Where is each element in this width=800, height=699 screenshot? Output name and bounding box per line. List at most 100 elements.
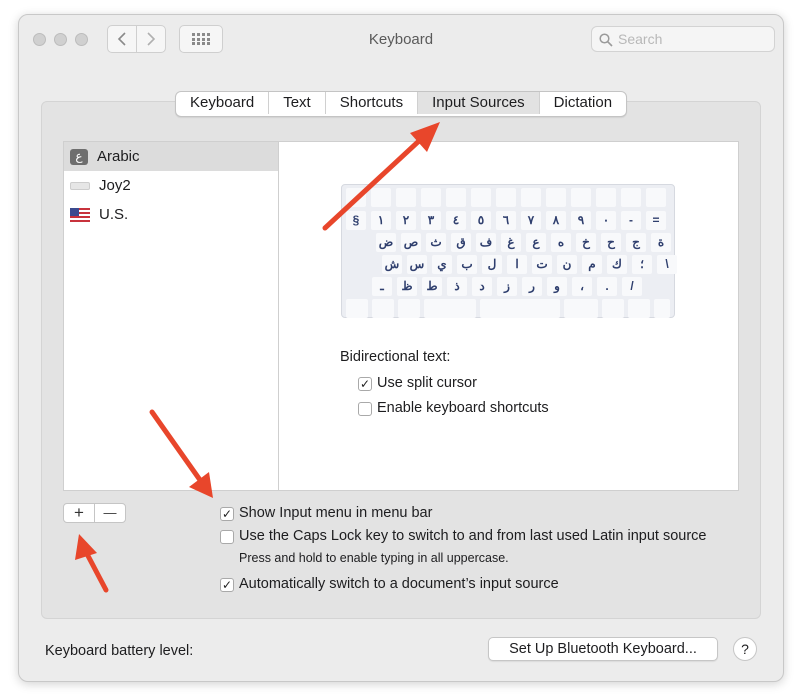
keyboard-key: ،	[572, 277, 592, 296]
preferences-window: Keyboard Search Keyboard Text Shortcuts …	[18, 14, 784, 682]
keyboard-key: ؛	[632, 255, 652, 274]
keyboard-key	[396, 188, 416, 207]
keyboard-key	[398, 299, 420, 318]
search-placeholder: Search	[618, 31, 663, 47]
caps-lock-label[interactable]: Use the Caps Lock key to switch to and f…	[239, 528, 706, 544]
keyboard-key: ث	[426, 233, 446, 252]
keyboard-key: ٨	[546, 211, 566, 230]
keyboard-key: ر	[522, 277, 542, 296]
keyboard-key	[654, 299, 670, 318]
keyboard-key: =	[646, 211, 666, 230]
keyboard-key: ط	[422, 277, 442, 296]
keyboard-key: ١	[371, 211, 391, 230]
keyboard-key: ل	[482, 255, 502, 274]
show-input-menu-checkbox[interactable]: ✓	[220, 507, 234, 521]
title-bar: Keyboard Search	[19, 15, 783, 65]
keyboard-key: ٢	[396, 211, 416, 230]
search-icon	[599, 33, 613, 47]
battery-level-label: Keyboard battery level:	[45, 643, 194, 659]
keyboard-key: ح	[601, 233, 621, 252]
keyboard-key: ض	[376, 233, 396, 252]
caps-lock-hint: Press and hold to enable typing in all u…	[239, 551, 509, 565]
keyboard-key: ٥	[471, 211, 491, 230]
arabic-letter-icon: ع	[70, 148, 88, 165]
keyboard-key: ٦	[496, 211, 516, 230]
us-flag-icon	[70, 207, 90, 222]
caps-lock-checkbox[interactable]	[220, 530, 234, 544]
keyboard-key	[602, 299, 624, 318]
keyboard-key: ذ	[447, 277, 467, 296]
keyboard-key: ق	[451, 233, 471, 252]
keyboard-key: ٤	[446, 211, 466, 230]
keyboard-key: ظ	[397, 277, 417, 296]
list-item-us[interactable]: U.S.	[64, 200, 278, 229]
list-item-label: Joy2	[99, 177, 131, 194]
keyboard-key: ز	[497, 277, 517, 296]
show-input-menu-label[interactable]: Show Input menu in menu bar	[239, 505, 432, 521]
list-item-arabic[interactable]: ع Arabic	[64, 142, 278, 171]
keyboard-key: س	[407, 255, 427, 274]
keyboard-key: ف	[476, 233, 496, 252]
keyboard-key: خ	[576, 233, 596, 252]
keyboard-key: .	[597, 277, 617, 296]
split-cursor-checkbox[interactable]: ✓	[358, 377, 372, 391]
tab-shortcuts[interactable]: Shortcuts	[326, 92, 419, 114]
auto-switch-label[interactable]: Automatically switch to a document’s inp…	[239, 576, 559, 592]
keyboard-key	[571, 188, 591, 207]
keyboard-key: §	[346, 211, 366, 230]
tab-text[interactable]: Text	[269, 92, 326, 114]
keyboard-key	[480, 299, 560, 318]
keyboard-shortcuts-label[interactable]: Enable keyboard shortcuts	[377, 400, 549, 416]
keyboard-key	[424, 299, 476, 318]
keyboard-key: \	[657, 255, 677, 274]
tab-dictation[interactable]: Dictation	[540, 92, 626, 114]
remove-source-button[interactable]: —	[94, 503, 126, 523]
add-source-button[interactable]: +	[63, 503, 95, 523]
keyboard-key: ٧	[521, 211, 541, 230]
help-button[interactable]: ?	[733, 637, 757, 661]
auto-switch-checkbox[interactable]: ✓	[220, 578, 234, 592]
keyboard-key	[521, 188, 541, 207]
tab-input-sources[interactable]: Input Sources	[418, 92, 540, 114]
keyboard-key	[646, 188, 666, 207]
keyboard-key	[372, 299, 394, 318]
setup-bluetooth-keyboard-button[interactable]: Set Up Bluetooth Keyboard...	[488, 637, 718, 661]
list-item-joy2[interactable]: Joy2	[64, 171, 278, 200]
keyboard-key	[564, 299, 598, 318]
tab-bar: Keyboard Text Shortcuts Input Sources Di…	[175, 91, 628, 117]
bidi-title: Bidirectional text:	[340, 349, 451, 365]
keyboard-key	[421, 188, 441, 207]
keyboard-key: /	[622, 277, 642, 296]
keyboard-key	[596, 188, 616, 207]
keyboard-viewer: § ١ ٢ ٣ ٤ ٥ ٦ ٧ ٨ ٩ ٠- = ض ص ث ق ف غ ع ه خ ح ج ة ش س ي ب ل ا ت ن م ك ؛ \ ـ ظ ط…	[341, 184, 677, 318]
list-item-label: Arabic	[97, 148, 140, 165]
keyboard-key: و	[547, 277, 567, 296]
input-source-detail: § ١ ٢ ٣ ٤ ٥ ٦ ٧ ٨ ٩ ٠- = ض ص ث ق ف غ ع ه خ ح ج ة ش س ي ب ل ا ت ن م ك ؛ \ ـ ظ ط…	[279, 141, 739, 491]
keyboard-key: د	[472, 277, 492, 296]
keyboard-key: ي	[432, 255, 452, 274]
keyboard-key	[471, 188, 491, 207]
keyboard-key: م	[582, 255, 602, 274]
keyboard-key: ش	[382, 255, 402, 274]
keyboard-key: ٠	[596, 211, 616, 230]
keyboard-key: ب	[457, 255, 477, 274]
search-field[interactable]: Search	[591, 26, 775, 52]
keyboard-key: ت	[532, 255, 552, 274]
input-source-list[interactable]: ع Arabic Joy2 U.S.	[63, 141, 279, 491]
keyboard-key	[496, 188, 516, 207]
keyboard-key: ج	[626, 233, 646, 252]
keyboard-key	[546, 188, 566, 207]
keyboard-key	[628, 299, 650, 318]
keyboard-key	[621, 188, 641, 207]
keyboard-key: ا	[507, 255, 527, 274]
keyboard-key: -	[621, 211, 641, 230]
keyboard-key	[371, 188, 391, 207]
keyboard-key: غ	[501, 233, 521, 252]
keyboard-key: ع	[526, 233, 546, 252]
split-cursor-label[interactable]: Use split cursor	[377, 375, 477, 391]
keyboard-key	[446, 188, 466, 207]
tab-keyboard[interactable]: Keyboard	[176, 92, 270, 114]
keyboard-layout-icon	[70, 181, 90, 190]
keyboard-key: ن	[557, 255, 577, 274]
keyboard-shortcuts-checkbox[interactable]	[358, 402, 372, 416]
